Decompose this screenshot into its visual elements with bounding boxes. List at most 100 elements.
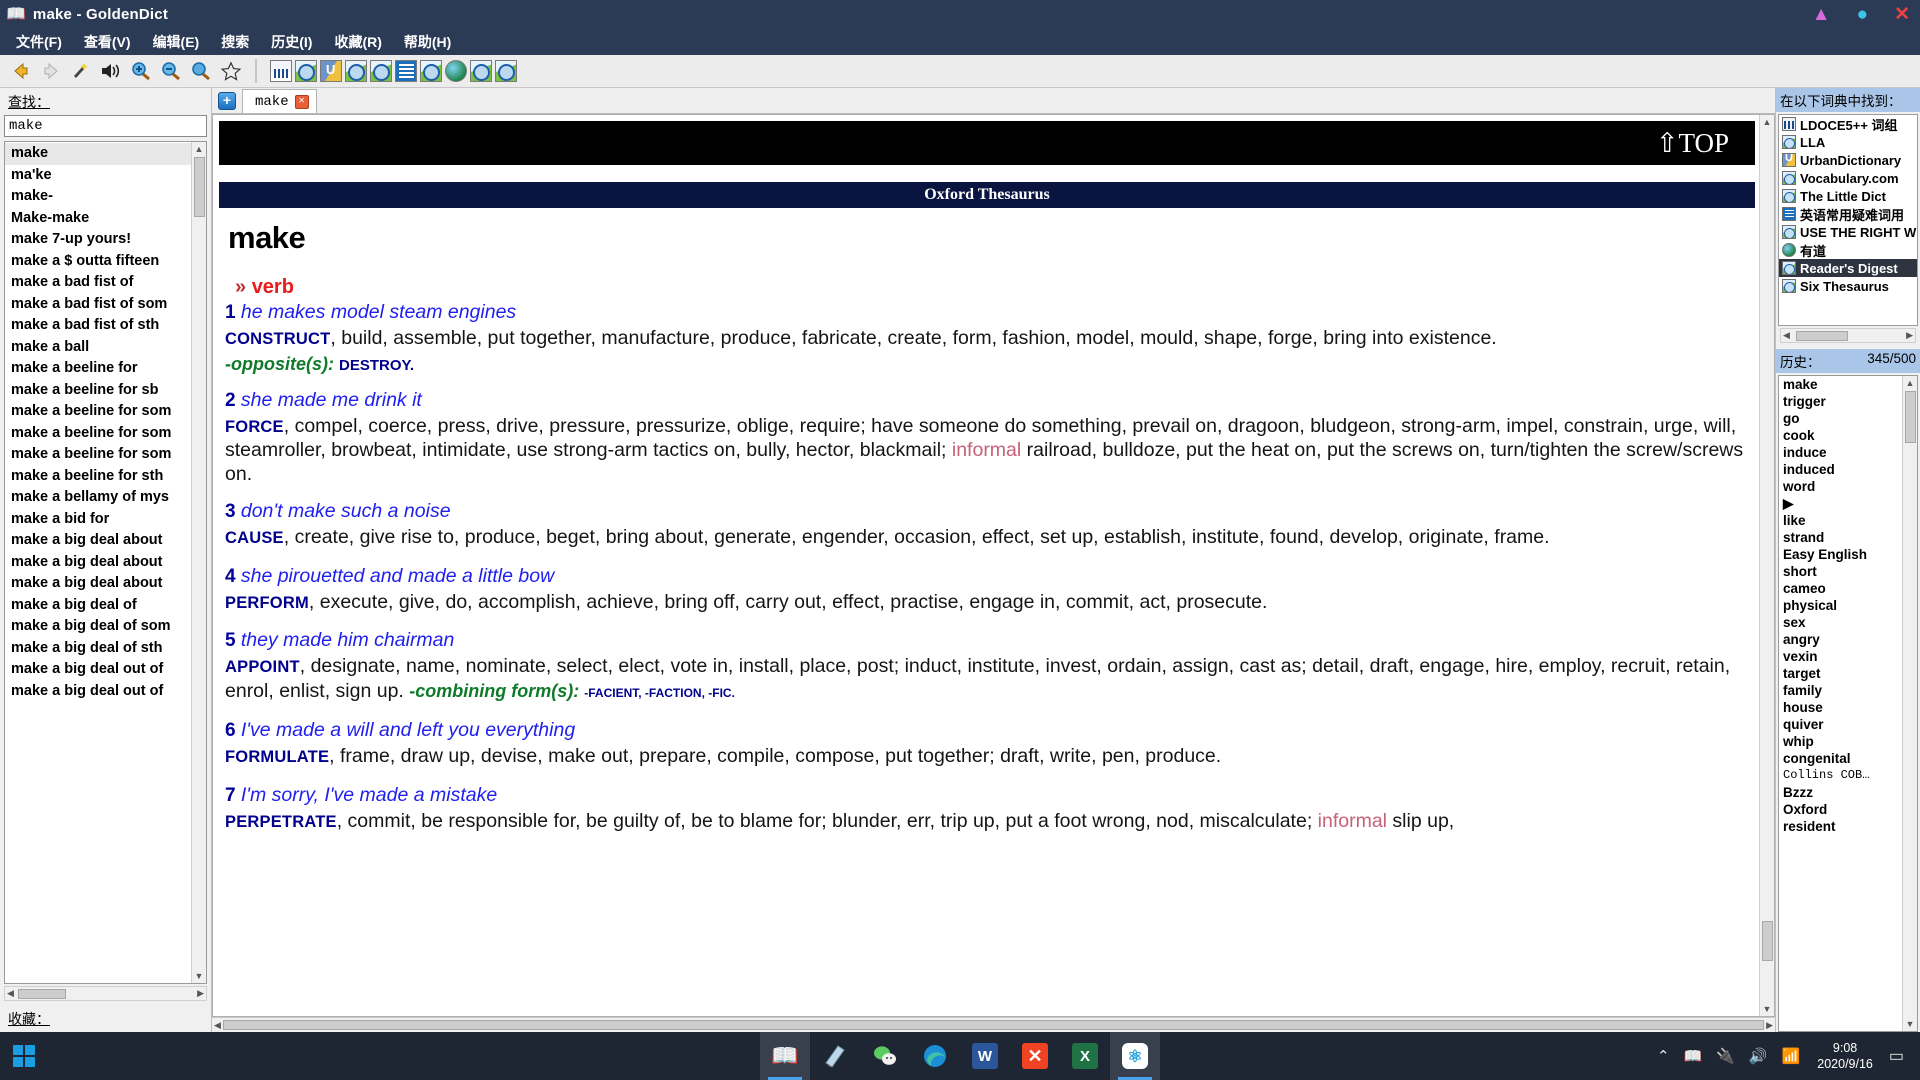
dict-hscroll-left-icon[interactable]: ◀ xyxy=(1783,330,1790,341)
history-item[interactable]: ▶ xyxy=(1779,495,1902,512)
close-button[interactable]: ✕ xyxy=(1894,5,1910,24)
clock[interactable]: 9:08 2020/9/16 xyxy=(1807,1040,1883,1072)
word-list-item[interactable]: make a beeline for sb xyxy=(5,380,191,402)
history-list-container[interactable]: make trigger go cook induce induced word ▶ like s… xyxy=(1778,375,1918,1032)
forward-icon[interactable] xyxy=(36,57,66,85)
history-item[interactable]: Easy English xyxy=(1779,546,1902,563)
word-list-item[interactable]: make a $ outta fifteen xyxy=(5,251,191,273)
article-scroll-thumb[interactable] xyxy=(1761,921,1773,961)
scan-popup-icon[interactable] xyxy=(66,57,96,85)
dictionary-list-hscrollbar[interactable]: ◀ ▶ xyxy=(1780,328,1916,343)
history-item[interactable]: Collins COB… xyxy=(1779,767,1902,784)
taskbar-word[interactable]: W xyxy=(960,1032,1010,1080)
history-item[interactable]: make xyxy=(1779,376,1902,393)
word-list-scrollbar[interactable]: ▲ ▼ xyxy=(191,142,206,983)
history-item[interactable]: family xyxy=(1779,682,1902,699)
search-input[interactable] xyxy=(4,115,207,137)
notification-center-icon[interactable]: ▭ xyxy=(1883,1046,1914,1066)
word-list-item[interactable]: make a bad fist of sth xyxy=(5,315,191,337)
article-hscroll-right-icon[interactable]: ▶ xyxy=(1766,1020,1773,1031)
dict-icon-chinese-hard-words[interactable] xyxy=(395,60,417,82)
dict-icon-six-thesaurus[interactable] xyxy=(495,60,517,82)
tray-chevron-up-icon[interactable]: ⌃ xyxy=(1650,1047,1677,1065)
minimize-button[interactable]: ▲ xyxy=(1812,5,1831,24)
taskbar-notepad[interactable] xyxy=(810,1032,860,1080)
word-list-item[interactable]: make a beeline for som xyxy=(5,401,191,423)
taskbar-goldendict[interactable]: 📖 xyxy=(760,1032,810,1080)
history-item[interactable]: angry xyxy=(1779,631,1902,648)
word-list-item[interactable]: make a beeline for sth xyxy=(5,466,191,488)
tab-close-icon[interactable]: ✕ xyxy=(294,94,309,109)
history-item[interactable]: target xyxy=(1779,665,1902,682)
menu-edit[interactable]: 编辑(E) xyxy=(145,30,208,54)
scroll-up-icon[interactable]: ▲ xyxy=(195,142,204,156)
word-list-item[interactable]: make a big deal out of xyxy=(5,681,191,703)
history-item[interactable]: Bzzz xyxy=(1779,784,1902,801)
word-list-item[interactable]: make a beeline for som xyxy=(5,423,191,445)
dictionary-result-item[interactable]: Reader's Digest xyxy=(1779,259,1917,277)
word-list-item[interactable]: make a big deal about xyxy=(5,552,191,574)
dict-hscroll-thumb[interactable] xyxy=(1795,330,1848,341)
dictionary-result-item[interactable]: The Little Dict xyxy=(1779,187,1917,205)
top-link[interactable]: ⇧TOP xyxy=(1656,128,1729,159)
tab-make[interactable]: make ✕ xyxy=(242,89,317,113)
hscroll-left-icon[interactable]: ◀ xyxy=(7,988,14,999)
maximize-button[interactable]: ● xyxy=(1857,5,1868,24)
history-list[interactable]: make trigger go cook induce induced word ▶ like s… xyxy=(1779,376,1902,1031)
menu-view[interactable]: 查看(V) xyxy=(76,30,139,54)
add-favorite-icon[interactable] xyxy=(216,57,246,85)
word-list-item[interactable]: make- xyxy=(5,186,191,208)
history-item[interactable]: trigger xyxy=(1779,393,1902,410)
word-list-item[interactable]: make 7-up yours! xyxy=(5,229,191,251)
hscroll-right-icon[interactable]: ▶ xyxy=(197,988,204,999)
dictionary-result-item[interactable]: 有道 xyxy=(1779,241,1917,259)
history-item[interactable]: Oxford xyxy=(1779,801,1902,818)
tray-battery-icon[interactable]: 🔌 xyxy=(1709,1047,1742,1065)
article-scroll-down-icon[interactable]: ▼ xyxy=(1763,1002,1772,1016)
history-item[interactable]: resident xyxy=(1779,818,1902,835)
dictionary-result-item[interactable]: 英语常用疑难词用 xyxy=(1779,205,1917,223)
word-list-item[interactable]: make a big deal of xyxy=(5,595,191,617)
dictionary-result-item[interactable]: Vocabulary.com xyxy=(1779,169,1917,187)
dictionary-result-item[interactable]: LLA xyxy=(1779,133,1917,151)
dictionary-result-item[interactable]: USE THE RIGHT W xyxy=(1779,223,1917,241)
taskbar-wechat[interactable] xyxy=(860,1032,910,1080)
history-item[interactable]: congenital xyxy=(1779,750,1902,767)
word-list-item[interactable]: make a bad fist of xyxy=(5,272,191,294)
dict-icon-vocabulary[interactable] xyxy=(345,60,367,82)
history-scroll-down-icon[interactable]: ▼ xyxy=(1906,1017,1915,1031)
history-scrollbar[interactable]: ▲ ▼ xyxy=(1902,376,1917,1031)
menu-search[interactable]: 搜索 xyxy=(213,30,257,54)
history-item[interactable]: go xyxy=(1779,410,1902,427)
taskbar-xmind[interactable]: ✕ xyxy=(1010,1032,1060,1080)
hscroll-thumb[interactable] xyxy=(17,988,66,999)
history-item[interactable]: induced xyxy=(1779,461,1902,478)
dict-icon-ldoce[interactable] xyxy=(270,60,292,82)
article-scrollbar[interactable]: ▲ ▼ xyxy=(1759,115,1774,1016)
dictionary-result-item[interactable]: LDOCE5++ 词组 xyxy=(1779,115,1917,133)
scroll-down-icon[interactable]: ▼ xyxy=(195,969,204,983)
taskbar-baidu-netdisk[interactable]: ⚛ xyxy=(1110,1032,1160,1080)
history-item[interactable]: cameo xyxy=(1779,580,1902,597)
dict-icon-lla[interactable] xyxy=(295,60,317,82)
history-item[interactable]: strand xyxy=(1779,529,1902,546)
word-list-item[interactable]: make a big deal of som xyxy=(5,616,191,638)
history-scroll-up-icon[interactable]: ▲ xyxy=(1906,376,1915,390)
dict-icon-urbandictionary[interactable] xyxy=(320,60,342,82)
word-list-item[interactable]: make a bellamy of mys xyxy=(5,487,191,509)
dict-icon-use-the-right-word[interactable] xyxy=(420,60,442,82)
word-list-item[interactable]: ma'ke xyxy=(5,165,191,187)
add-tab-button[interactable]: + xyxy=(218,92,236,110)
start-button[interactable] xyxy=(0,1032,48,1080)
history-item[interactable]: physical xyxy=(1779,597,1902,614)
menu-help[interactable]: 帮助(H) xyxy=(396,30,459,54)
history-item[interactable]: sex xyxy=(1779,614,1902,631)
taskbar-edge[interactable] xyxy=(910,1032,960,1080)
scroll-thumb[interactable] xyxy=(193,157,205,217)
article-hscroll-left-icon[interactable]: ◀ xyxy=(214,1020,221,1031)
word-list-item[interactable]: make a bid for xyxy=(5,509,191,531)
dict-icon-readers-digest[interactable] xyxy=(470,60,492,82)
dictionary-result-item[interactable]: UrbanDictionary xyxy=(1779,151,1917,169)
article-hscrollbar[interactable]: ◀ ▶ xyxy=(212,1017,1775,1032)
tray-goldendict-icon[interactable]: 📖 xyxy=(1677,1047,1710,1065)
